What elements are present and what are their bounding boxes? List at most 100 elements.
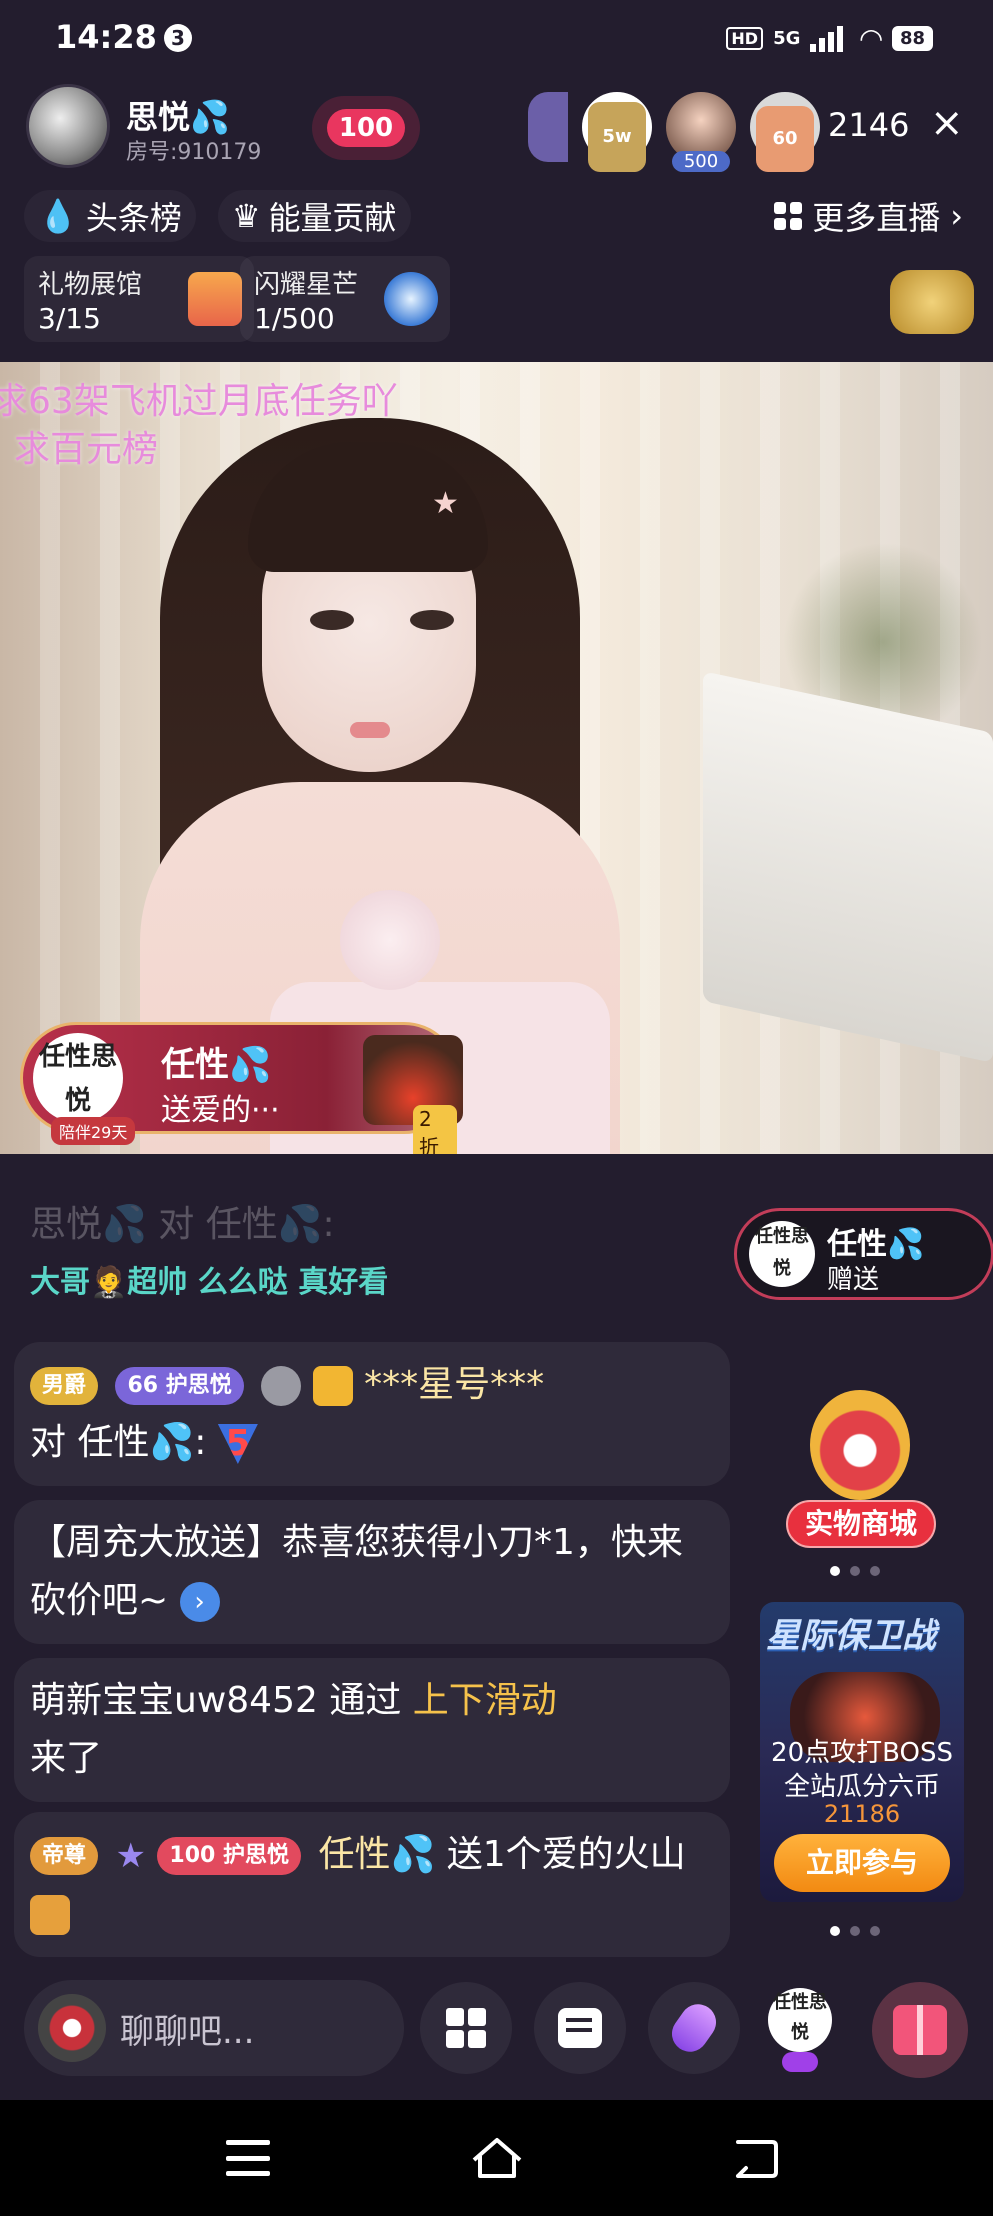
chevron-right-icon: › xyxy=(950,197,963,235)
chat-text: 对 任性💦: xyxy=(30,1422,207,1463)
carousel-dots xyxy=(830,1566,880,1576)
chat-message[interactable]: 帝尊 ★ 100 护思悦 任性💦 送1个爱的火山 xyxy=(14,1812,730,1957)
lion-mascot-icon[interactable] xyxy=(890,270,974,334)
gift-notice-card[interactable]: 任性思悦 任性💦 赠送 xyxy=(734,1208,993,1300)
room-number: 房号:910179 xyxy=(126,140,262,165)
gift-button[interactable] xyxy=(872,1982,968,2078)
chat-text: 来了 xyxy=(30,1738,103,1779)
chat-message[interactable]: 思悦💦 对 任性💦: 大哥🤵超帅 么么哒 真好看 xyxy=(14,1196,730,1326)
status-bar: 14:28 3 HD 5G ◠ 88 xyxy=(0,0,993,80)
wifi-icon: ◠ xyxy=(860,22,882,55)
headline-rank-button[interactable]: 💧 头条榜 xyxy=(24,190,196,242)
shop-icon xyxy=(810,1390,910,1500)
system-nav-bar xyxy=(0,2100,993,2216)
event-title: 星际保卫战 xyxy=(766,1616,936,1656)
hd-icon: HD xyxy=(726,27,764,50)
chat-text: 送1个爱的火山 xyxy=(446,1834,686,1875)
user-card-icon xyxy=(312,1366,353,1406)
chat-username[interactable]: ***星号*** xyxy=(364,1364,544,1405)
shine-star-value: 1/500 xyxy=(254,302,335,335)
signal-icon xyxy=(810,25,850,52)
overlay-text: 求63架飞机过月底任务吖 xyxy=(0,381,398,422)
follow-heart-button[interactable]: 100 xyxy=(312,96,420,160)
join-event-button[interactable]: 立即参与 xyxy=(774,1834,950,1892)
gift-sender-name: 任性💦 xyxy=(827,1227,925,1262)
chat-message[interactable]: 萌新宝宝uw8452 通过 上下滑动 来了 xyxy=(14,1658,730,1802)
close-button[interactable]: × xyxy=(930,100,964,146)
battery-icon: 88 xyxy=(891,26,933,51)
level-badge: 5 xyxy=(217,1424,258,1464)
chat-faded-line: 思悦💦 对 任性💦: xyxy=(30,1204,335,1245)
event-number: 21186 xyxy=(823,1800,901,1828)
chat-highlight: 上下滑动 xyxy=(412,1680,557,1721)
heart-value: 100 xyxy=(326,109,406,147)
viewer-avatar[interactable]: 500 xyxy=(666,92,736,172)
volcano-gift-icon xyxy=(30,1895,70,1935)
discount-badge: 2折 xyxy=(413,1105,457,1154)
gift-sender-avatar: 任性思悦 xyxy=(749,1221,815,1287)
chat-username[interactable]: 任性💦 xyxy=(318,1834,435,1875)
guard-badge: 100 护思悦 xyxy=(157,1837,301,1875)
clock: 14:28 xyxy=(55,18,157,56)
companion-days-badge: 陪伴29天 xyxy=(51,1117,136,1145)
apps-button[interactable] xyxy=(420,1982,512,2074)
event-line: 全站瓜分六币 xyxy=(783,1772,940,1802)
piano xyxy=(703,671,993,1063)
fan-club-button[interactable]: 任性思悦 xyxy=(762,1982,838,2074)
fan-club-avatar: 任性思悦 xyxy=(768,1988,832,2052)
gift-box-icon xyxy=(188,272,242,326)
sticker-line: 大哥🤵超帅 么么哒 真好看 xyxy=(30,1265,389,1300)
info-arrow-icon[interactable]: › xyxy=(179,1582,220,1622)
recent-apps-icon[interactable] xyxy=(226,2140,270,2176)
shine-star-card[interactable]: 闪耀星芒 1/500 xyxy=(240,256,450,342)
carousel-dots xyxy=(830,1926,880,1936)
drop-icon: 💧 xyxy=(38,197,78,235)
gift-sender-name: 任性💦 xyxy=(161,1045,272,1085)
live-video[interactable]: ★ 求63架飞机过月底任务吖 求百元榜 任性思悦 任性💦 送爱的··· 陪伴29… xyxy=(0,362,993,1154)
shop-widget[interactable]: 实物商城 xyxy=(786,1390,936,1550)
gift-sender-avatar: 任性思悦 xyxy=(33,1033,123,1123)
shop-button[interactable]: 实物商城 xyxy=(786,1500,936,1548)
message-button[interactable] xyxy=(534,1982,626,2074)
gift-hall-card[interactable]: 礼物展馆 3/15 xyxy=(24,256,254,342)
event-banner[interactable]: 星际保卫战 20点攻打BOSS 全站瓜分六币 21186 立即参与 xyxy=(760,1602,964,1902)
gift-sent-text: 送爱的··· xyxy=(161,1093,280,1128)
gift-hall-title: 礼物展馆 xyxy=(38,270,143,300)
medal-icon xyxy=(261,1366,302,1406)
fan-club-tag xyxy=(782,2052,818,2072)
crown-icon: ♛ xyxy=(231,197,261,235)
star-icon xyxy=(384,272,438,326)
ranking-tags: 💧 头条榜 ♛ 能量贡献 xyxy=(24,190,411,242)
host-avatar[interactable] xyxy=(26,84,110,168)
chat-message[interactable]: 男爵 66 护思悦 ***星号*** 对 任性💦: 5 xyxy=(14,1342,730,1486)
viewer-avatar[interactable]: 任性 5w xyxy=(582,92,652,172)
back-icon[interactable] xyxy=(732,2136,780,2180)
gift-banner[interactable]: 任性思悦 任性💦 送爱的··· 陪伴29天 2折 xyxy=(20,1022,463,1154)
overlay-text: 求百元榜 xyxy=(14,429,159,470)
more-live-button[interactable]: 更多直播 › xyxy=(764,190,973,242)
viewer-avatar[interactable] xyxy=(528,92,568,162)
robot-avatar-icon[interactable] xyxy=(38,1994,106,2062)
home-icon[interactable] xyxy=(470,2136,524,2180)
gift-icon xyxy=(893,2005,947,2055)
gift-hall-value: 3/15 xyxy=(38,302,101,335)
grid-icon xyxy=(774,202,803,230)
viewer-count[interactable]: 2146 xyxy=(828,106,909,144)
chat-input-placeholder: 聊聊吧... xyxy=(120,2012,255,2052)
chat-message[interactable]: 【周充大放送】恭喜您获得小刀*1，快来砍价吧~ › xyxy=(14,1500,730,1644)
mic-button[interactable] xyxy=(648,1982,740,2074)
status-icons: HD 5G ◠ 88 xyxy=(726,22,933,55)
star-hairclip-icon: ★ xyxy=(432,486,459,521)
energy-contribution-button[interactable]: ♛ 能量贡献 xyxy=(217,190,411,242)
viewer-avatar[interactable]: ? 60 xyxy=(750,92,820,172)
gift-notice-text: 赠送 xyxy=(827,1265,880,1295)
rank-badge: 帝尊 xyxy=(30,1837,99,1875)
host-name[interactable]: 思悦💦 xyxy=(126,92,230,138)
viewer-contribution: 60 xyxy=(756,106,814,172)
network-label: 5G xyxy=(773,28,801,49)
chat-input[interactable]: 聊聊吧... xyxy=(24,1980,404,2076)
chat-text: 【周充大放送】恭喜您获得小刀*1，快来砍价吧~ xyxy=(30,1522,683,1621)
microphone-icon xyxy=(664,1997,724,2059)
event-line: 20点攻打BOSS xyxy=(771,1738,953,1768)
star-badge-icon: ★ xyxy=(115,1836,146,1876)
